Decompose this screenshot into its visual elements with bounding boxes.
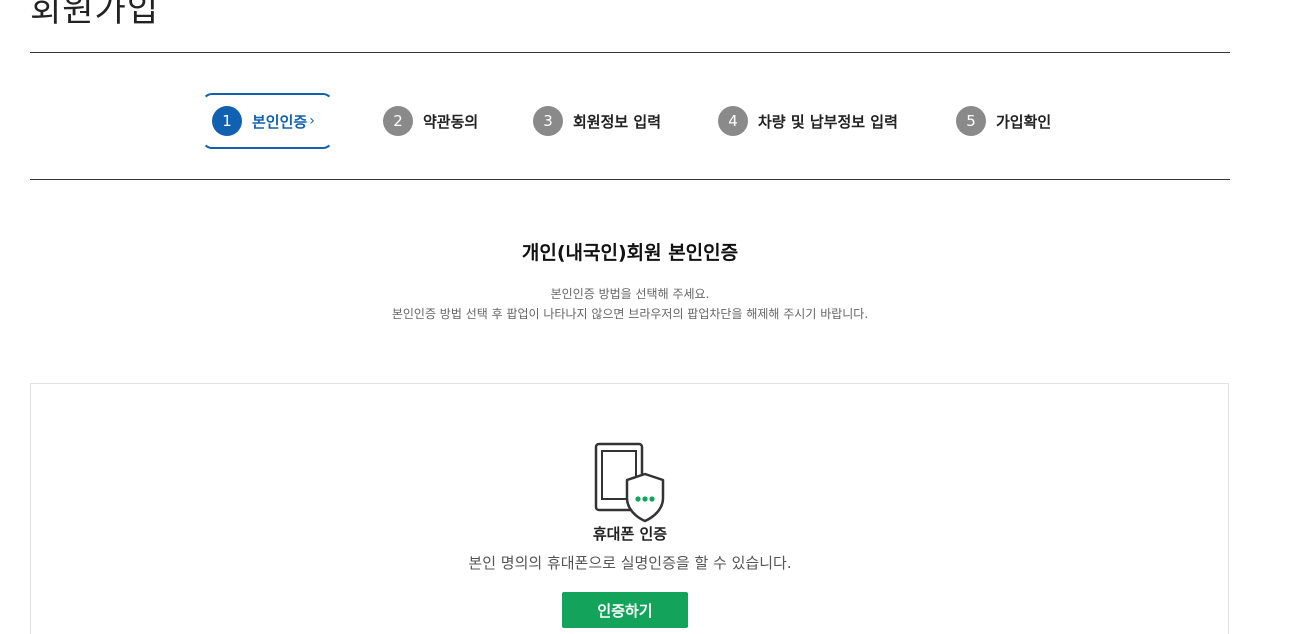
verify-button[interactable]: 인증하기 [562,592,688,628]
step-number: 2 [383,106,413,136]
step-label: 본인인증 [252,112,308,131]
steps-divider [30,179,1230,180]
chevron-right-icon: › [309,113,315,129]
signup-steps: 1 본인인증 › 2 약관동의 3 회원정보 입력 4 차량 및 납부정보 입력… [0,93,1301,149]
step-number: 3 [533,106,563,136]
step-member-info[interactable]: 3 회원정보 입력 [533,93,661,149]
step-label: 회원정보 입력 [573,112,662,131]
page-title: 회원가입 [30,0,160,30]
step-number: 5 [956,106,986,136]
section-heading: 개인(내국인)회원 본인인증 [521,242,739,264]
step-terms-agreement[interactable]: 2 약관동의 [383,93,478,149]
step-label: 차량 및 납부정보 입력 [758,112,898,131]
step-number: 4 [718,106,748,136]
mobile-phone-shield-icon [594,442,665,523]
phone-auth-title: 휴대폰 인증 [592,525,668,543]
phone-auth-description: 본인 명의의 휴대폰으로 실명인증을 할 수 있습니다. [468,554,792,572]
step-identity-verification[interactable]: 1 본인인증 › [202,93,333,149]
step-label: 약관동의 [423,112,479,131]
step-vehicle-payment-info[interactable]: 4 차량 및 납부정보 입력 [718,93,898,149]
step-signup-confirm[interactable]: 5 가입확인 [956,93,1051,149]
title-divider [30,52,1230,53]
notice-text: 본인인증 방법을 선택해 주세요. [550,287,710,301]
step-label: 가입확인 [996,112,1052,131]
step-number: 1 [212,106,242,136]
popup-notice-text: 본인인증 방법 선택 후 팝업이 나타나지 않으면 브라우저의 팝업차단을 해제… [391,307,869,321]
signup-page: 회원가입 1 본인인증 › 2 약관동의 3 회원정보 입력 4 차량 및 납부… [0,0,1301,634]
